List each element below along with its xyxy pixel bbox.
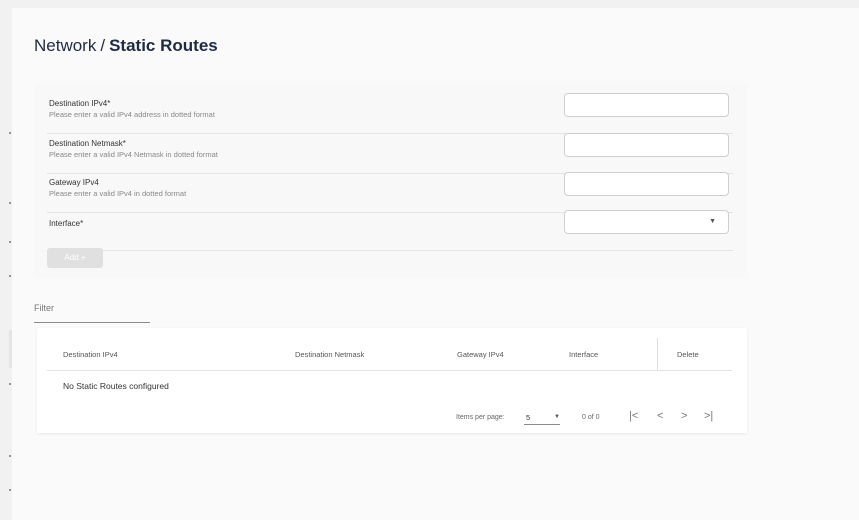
breadcrumb-current: Static Routes bbox=[109, 36, 218, 55]
destination-netmask-hint: Please enter a valid IPv4 Netmask in dot… bbox=[49, 150, 218, 159]
interface-row: Interface* ▼ bbox=[47, 210, 733, 251]
destination-ipv4-row: Destination IPv4* Please enter a valid I… bbox=[47, 93, 733, 134]
breadcrumb-network[interactable]: Network bbox=[34, 36, 96, 55]
interface-select[interactable]: ▼ bbox=[564, 210, 729, 234]
gateway-ipv4-label: Gateway IPv4 bbox=[49, 178, 99, 187]
destination-ipv4-input[interactable] bbox=[564, 93, 729, 117]
last-page-icon[interactable]: >| bbox=[704, 409, 713, 423]
filter-field[interactable] bbox=[34, 298, 150, 323]
table-header: Destination IPv4 Destination Netmask Gat… bbox=[47, 338, 732, 371]
items-per-page-label: Items per page: bbox=[456, 414, 505, 421]
static-routes-table: Destination IPv4 Destination Netmask Gat… bbox=[37, 328, 747, 433]
destination-ipv4-hint: Please enter a valid IPv4 address in dot… bbox=[49, 110, 215, 119]
breadcrumb-separator: / bbox=[100, 36, 106, 55]
page-size-select[interactable]: 5 ▼ bbox=[524, 409, 560, 425]
column-header-delete: Delete bbox=[677, 350, 699, 359]
gateway-ipv4-input[interactable] bbox=[564, 172, 729, 196]
previous-page-icon[interactable]: < bbox=[657, 409, 663, 423]
column-header-interface[interactable]: Interface bbox=[569, 350, 598, 359]
page-title: Network / Static Routes bbox=[34, 36, 218, 56]
gateway-ipv4-row: Gateway IPv4 Please enter a valid IPv4 i… bbox=[47, 172, 733, 213]
destination-netmask-input[interactable] bbox=[564, 133, 729, 157]
column-header-destination-ipv4[interactable]: Destination IPv4 bbox=[63, 350, 118, 359]
gateway-ipv4-hint: Please enter a valid IPv4 in dotted form… bbox=[49, 189, 187, 198]
chevron-down-icon: ▼ bbox=[554, 414, 560, 420]
chevron-down-icon: ▼ bbox=[709, 218, 716, 225]
filter-input[interactable] bbox=[34, 298, 150, 313]
next-page-icon[interactable]: > bbox=[681, 409, 687, 423]
page-size-value: 5 bbox=[526, 413, 531, 422]
column-header-gateway-ipv4[interactable]: Gateway IPv4 bbox=[457, 350, 504, 359]
destination-netmask-row: Destination Netmask* Please enter a vali… bbox=[47, 133, 733, 174]
destination-ipv4-label: Destination IPv4* bbox=[49, 99, 111, 108]
first-page-icon[interactable]: |< bbox=[629, 409, 638, 423]
empty-table-message: No Static Routes configured bbox=[63, 381, 169, 391]
main-content: Network / Static Routes Destination IPv4* … bbox=[12, 8, 859, 520]
page-range-label: 0 of 0 bbox=[582, 414, 600, 421]
column-divider bbox=[657, 338, 658, 370]
add-route-button[interactable]: Add + bbox=[47, 248, 103, 268]
interface-label: Interface* bbox=[49, 219, 84, 228]
column-header-destination-netmask[interactable]: Destination Netmask bbox=[295, 350, 364, 359]
static-route-form: Destination IPv4* Please enter a valid I… bbox=[35, 83, 747, 278]
destination-netmask-label: Destination Netmask* bbox=[49, 139, 126, 148]
